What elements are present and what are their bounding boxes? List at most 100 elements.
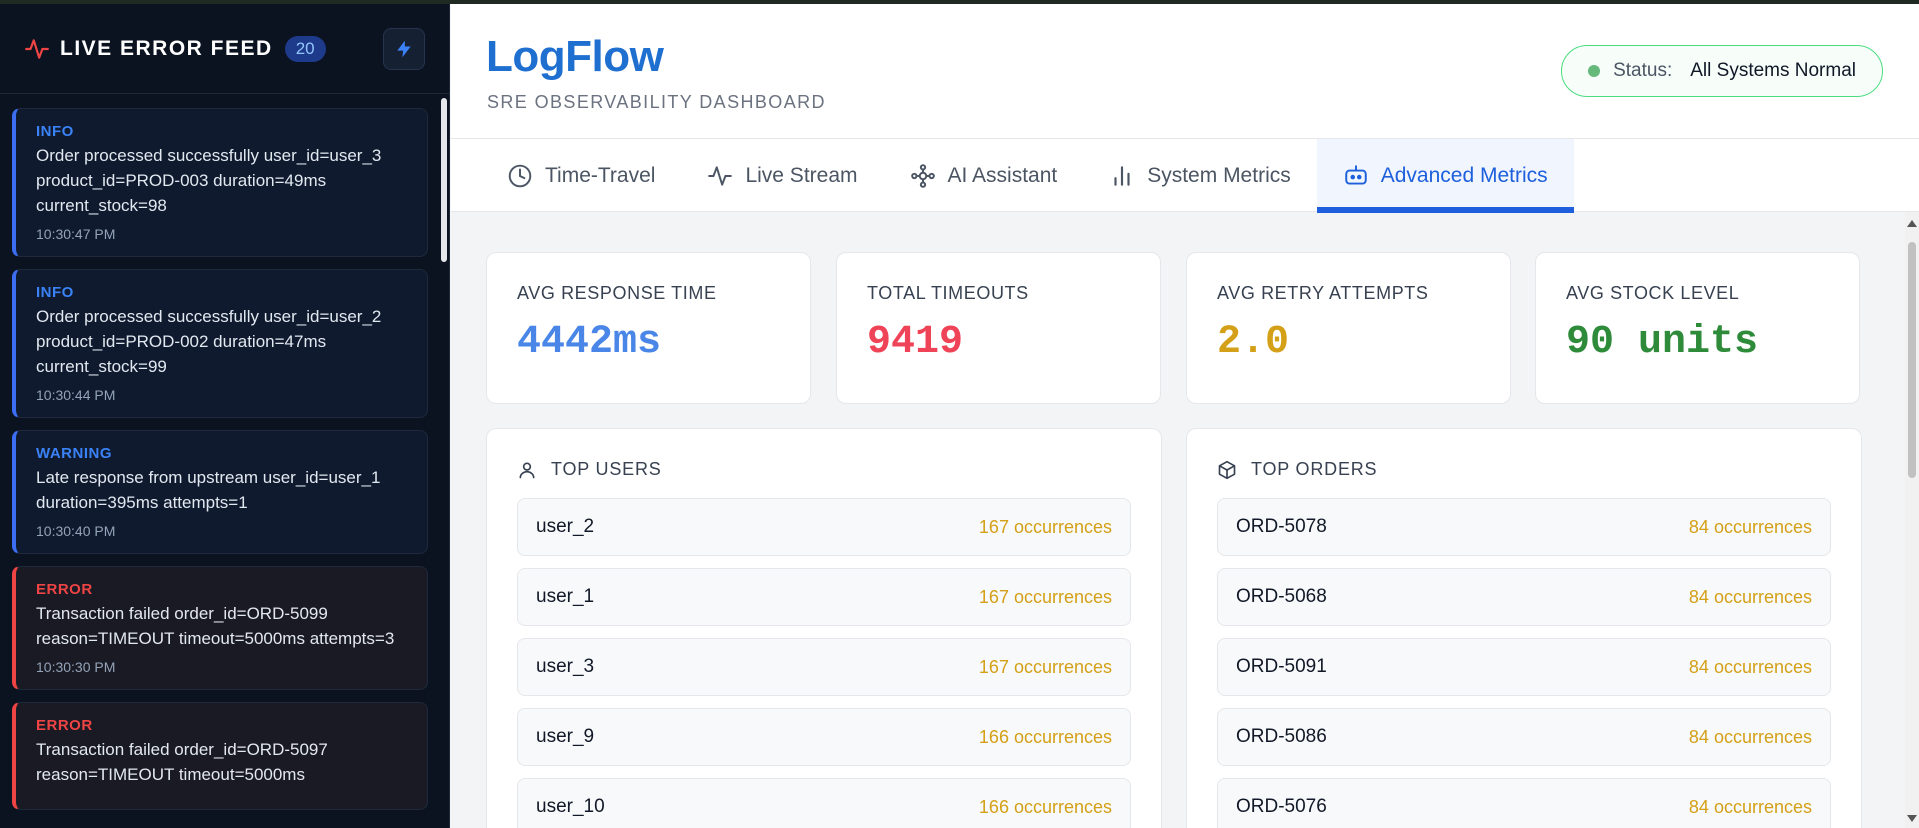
- occurrence-count: 166 occurrences: [978, 796, 1112, 817]
- log-time: 10:30:44 PM: [36, 387, 116, 403]
- window-top-edge: [0, 0, 1919, 4]
- top-orders-panel: TOP ORDERS ORD-5078 84 occurrences ORD-50…: [1186, 428, 1862, 828]
- tab-live-stream[interactable]: Live Stream: [681, 139, 883, 212]
- log-time: 10:30:47 PM: [36, 226, 116, 242]
- log-level: INFO: [36, 123, 74, 140]
- occurrence-count: 166 occurrences: [978, 726, 1112, 747]
- list-item[interactable]: ORD-5091 84 occurrences: [1217, 638, 1831, 696]
- log-entry[interactable]: INFO Order processed successfully user_i…: [12, 108, 428, 257]
- occurrence-count: 84 occurrences: [1688, 516, 1812, 537]
- bolt-icon: [397, 40, 411, 58]
- list-item[interactable]: user_10 166 occurrences: [517, 778, 1131, 828]
- occurrence-count: 84 occurrences: [1688, 796, 1812, 817]
- tab-label: AI Assistant: [947, 163, 1058, 187]
- metric-card-avg-stock-level: AVG STOCK LEVEL 90 units: [1535, 252, 1860, 404]
- tab-label: Advanced Metrics: [1380, 163, 1548, 187]
- metric-card-avg-retry-attempts: AVG RETRY ATTEMPTS 2.0: [1186, 252, 1511, 404]
- live-error-feed-sidebar: LIVE ERROR FEED 20 INFO Order processed …: [0, 4, 450, 828]
- user-icon: [519, 462, 535, 478]
- occurrence-count: 167 occurrences: [978, 516, 1112, 537]
- bar-chart-icon: [1114, 165, 1130, 186]
- user-name: user_3: [536, 656, 595, 677]
- tab-ai-assistant[interactable]: AI Assistant: [884, 139, 1084, 212]
- list-item[interactable]: ORD-5068 84 occurrences: [1217, 568, 1831, 626]
- log-message: Transaction failed order_id=ORD-5099 rea…: [36, 604, 395, 648]
- clock-icon: [508, 164, 532, 187]
- metric-label: AVG STOCK LEVEL: [1566, 283, 1740, 303]
- panel-title-text: TOP USERS: [551, 459, 662, 479]
- top-users-title: TOP USERS: [517, 459, 1131, 480]
- order-id: ORD-5086: [1236, 726, 1327, 747]
- tab-label: Live Stream: [745, 163, 858, 187]
- order-id: ORD-5068: [1236, 586, 1327, 607]
- log-message: Transaction failed order_id=ORD-5097 rea…: [36, 740, 328, 784]
- scroll-up-arrow[interactable]: [1907, 220, 1917, 227]
- order-id: ORD-5078: [1236, 516, 1327, 537]
- list-item[interactable]: user_1 167 occurrences: [517, 568, 1131, 626]
- sidebar-scrollbar[interactable]: [441, 98, 447, 262]
- log-level: ERROR: [36, 717, 93, 734]
- activity-icon: [708, 165, 733, 186]
- metric-label: TOTAL TIMEOUTS: [867, 283, 1029, 303]
- tab-label: System Metrics: [1147, 163, 1291, 187]
- occurrence-count: 84 occurrences: [1688, 726, 1812, 747]
- metric-card-total-timeouts: TOTAL TIMEOUTS 9419: [836, 252, 1161, 404]
- list-item[interactable]: user_2 167 occurrences: [517, 498, 1131, 556]
- order-id: ORD-5076: [1236, 796, 1327, 817]
- log-level: INFO: [36, 284, 74, 301]
- tab-label: Time-Travel: [545, 163, 656, 187]
- scroll-thumb[interactable]: [1908, 242, 1916, 478]
- metric-card-avg-response-time: AVG RESPONSE TIME 4442ms: [486, 252, 811, 404]
- user-name: user_9: [536, 726, 595, 747]
- list-item[interactable]: ORD-5076 84 occurrences: [1217, 778, 1831, 828]
- tab-system-metrics[interactable]: System Metrics: [1083, 139, 1317, 212]
- user-name: user_1: [536, 586, 595, 607]
- network-icon: [910, 163, 935, 188]
- user-name: user_10: [536, 796, 605, 817]
- main-area: LogFlow SRE OBSERVABILITY DASHBOARD Stat…: [451, 4, 1919, 828]
- tab-advanced-metrics[interactable]: Advanced Metrics: [1316, 139, 1574, 213]
- list-item[interactable]: ORD-5078 84 occurrences: [1217, 498, 1831, 556]
- occurrence-count: 167 occurrences: [978, 656, 1112, 677]
- app-header: LogFlow SRE OBSERVABILITY DASHBOARD Stat…: [451, 4, 1919, 139]
- log-time: 10:30:40 PM: [36, 523, 116, 539]
- scroll-down-arrow[interactable]: [1907, 815, 1917, 822]
- metric-value: 2.0: [1217, 320, 1290, 365]
- metric-value: 4442ms: [517, 320, 662, 365]
- log-level: ERROR: [36, 581, 93, 598]
- list-item[interactable]: user_9 166 occurrences: [517, 708, 1131, 766]
- bolt-button[interactable]: [383, 28, 425, 70]
- metric-label: AVG RESPONSE TIME: [517, 283, 717, 303]
- brand-subtitle: SRE OBSERVABILITY DASHBOARD: [487, 92, 826, 112]
- occurrence-count: 84 occurrences: [1688, 656, 1812, 677]
- status-badge: Status: All Systems Normal: [1561, 45, 1883, 97]
- bot-icon: [1345, 164, 1367, 185]
- log-message: Late response from upstream user_id=user…: [36, 468, 381, 512]
- feed-list: INFO Order processed successfully user_i…: [12, 108, 428, 822]
- status-value: All Systems Normal: [1690, 60, 1856, 81]
- top-users-panel: TOP USERS user_2 167 occurrences user_1 16…: [486, 428, 1162, 828]
- sidebar-title: LIVE ERROR FEED: [60, 36, 273, 60]
- advanced-metrics-panel: AVG RESPONSE TIME 4442ms TOTAL TIMEOUTS …: [451, 212, 1919, 828]
- main-scrollbar[interactable]: [1905, 212, 1919, 828]
- log-time: 10:30:30 PM: [36, 659, 116, 675]
- tab-time-travel[interactable]: Time-Travel: [481, 139, 681, 212]
- panel-title-text: TOP ORDERS: [1251, 459, 1378, 479]
- top-orders-title: TOP ORDERS: [1217, 459, 1831, 480]
- feed-count-badge: 20: [284, 35, 326, 62]
- log-entry[interactable]: ERROR Transaction failed order_id=ORD-50…: [12, 702, 428, 810]
- list-item[interactable]: ORD-5086 84 occurrences: [1217, 708, 1831, 766]
- log-entry[interactable]: ERROR Transaction failed order_id=ORD-50…: [12, 566, 428, 690]
- log-message: Order processed successfully user_id=use…: [36, 307, 382, 376]
- order-id: ORD-5091: [1236, 656, 1327, 677]
- package-icon: [1218, 460, 1236, 479]
- list-item[interactable]: user_3 167 occurrences: [517, 638, 1131, 696]
- metric-value: 90 units: [1566, 320, 1759, 365]
- log-entry[interactable]: INFO Order processed successfully user_i…: [12, 269, 428, 418]
- metric-value: 9419: [867, 320, 964, 365]
- status-dot: [1588, 65, 1601, 77]
- log-level: WARNING: [36, 445, 112, 462]
- log-entry[interactable]: WARNING Late response from upstream user…: [12, 430, 428, 554]
- occurrence-count: 84 occurrences: [1688, 586, 1812, 607]
- occurrence-count: 167 occurrences: [978, 586, 1112, 607]
